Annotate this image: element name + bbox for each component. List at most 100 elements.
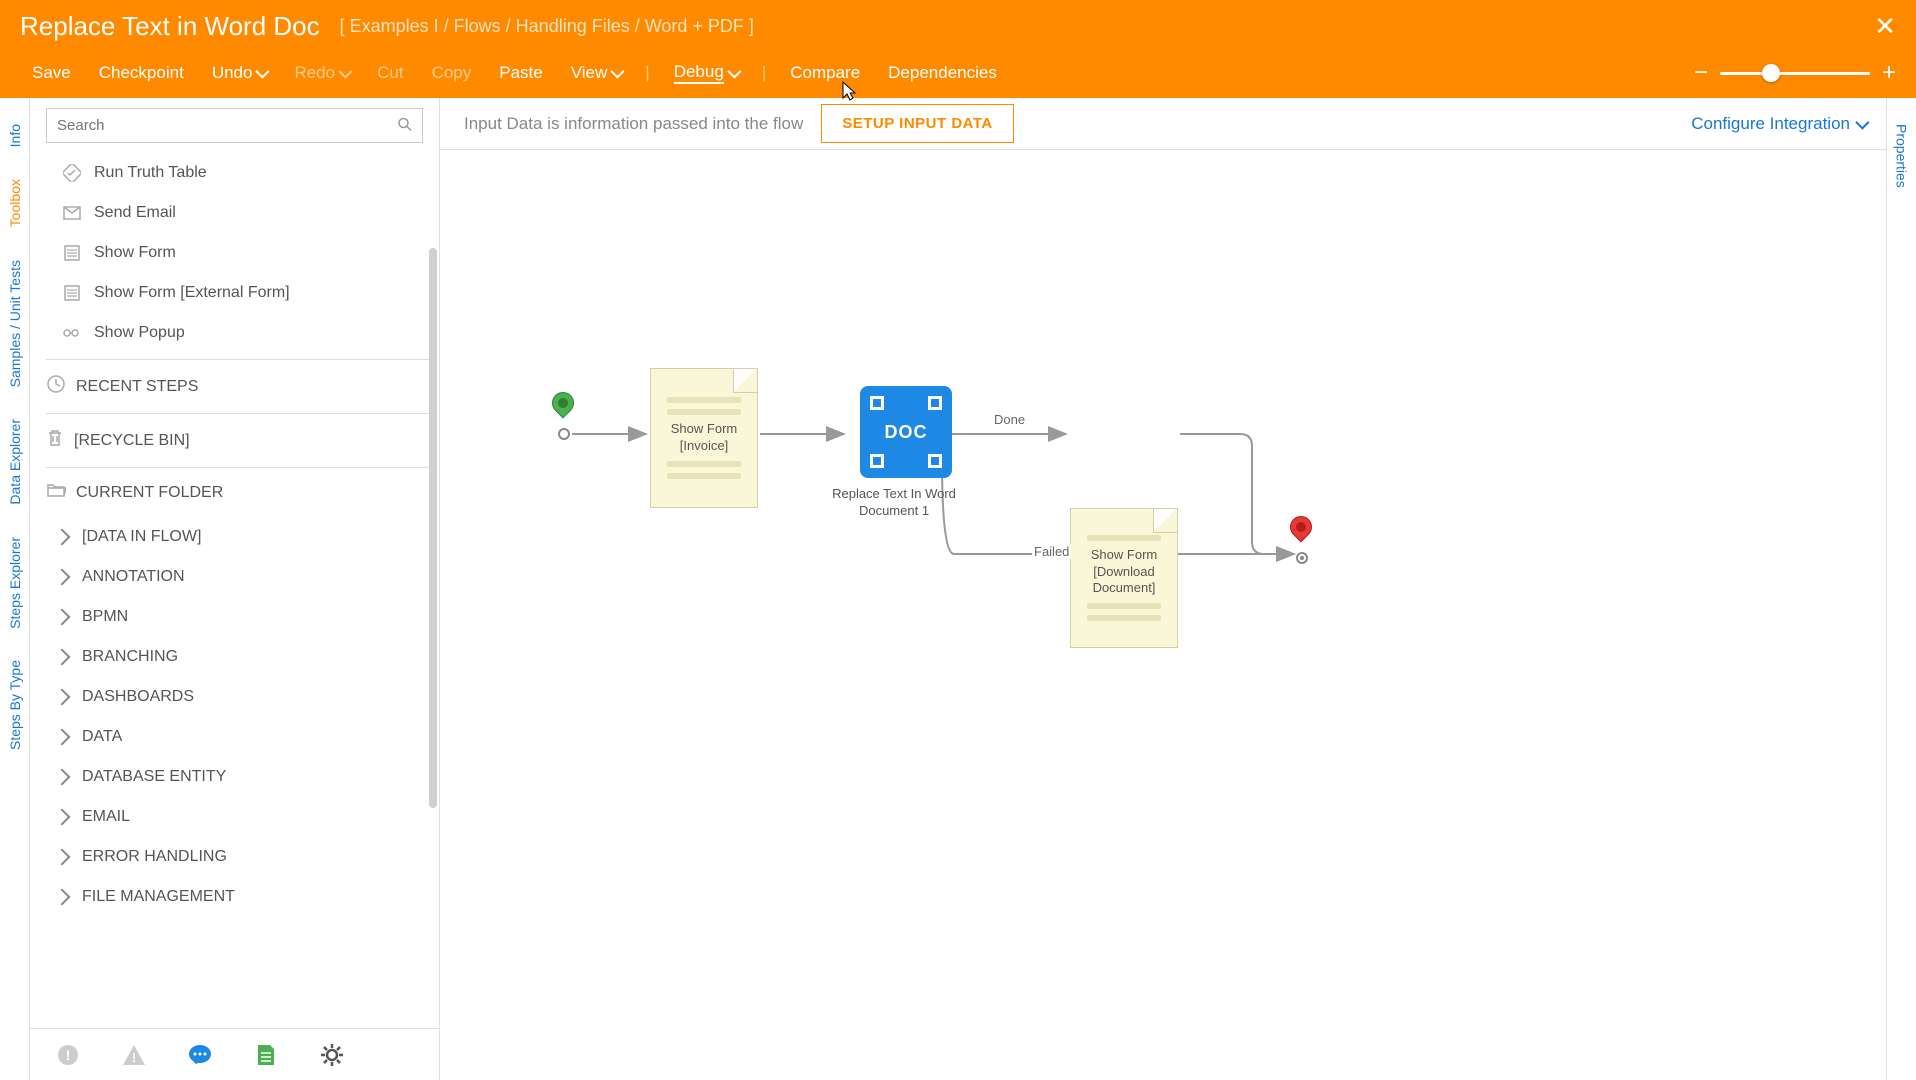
canvas-header: Input Data is information passed into th… (440, 98, 1886, 150)
compare-menu[interactable]: Compare (778, 55, 872, 91)
zoom-out-button[interactable]: − (1694, 59, 1708, 87)
configure-label: Configure Integration (1691, 114, 1850, 134)
section-label: RECENT STEPS (76, 378, 198, 396)
folder-file-management[interactable]: FILE MANAGEMENT (46, 877, 429, 917)
fav-show-form-external[interactable]: Show Form [External Form] (62, 273, 429, 313)
fav-run-truth-table[interactable]: Run Truth Table (62, 153, 429, 193)
sidebar-scrollbar[interactable] (429, 248, 437, 808)
checkpoint-menu[interactable]: Checkpoint (87, 55, 196, 91)
tab-samples[interactable]: Samples / Unit Tests (3, 244, 27, 403)
search-input[interactable] (46, 108, 423, 143)
chevron-right-icon (54, 689, 71, 706)
folder-label: EMAIL (82, 808, 130, 826)
tab-steps-explorer[interactable]: Steps Explorer (3, 521, 27, 645)
tab-data-explorer[interactable]: Data Explorer (3, 403, 27, 521)
doc-blue-icon: DOC (860, 386, 952, 478)
fav-label: Show Form [External Form] (94, 284, 290, 302)
show-form-download-node[interactable]: Show Form [Download Document] (1070, 508, 1178, 648)
recycle-bin-section[interactable]: [RECYCLE BIN] (46, 413, 429, 467)
fav-label: Send Email (94, 204, 176, 222)
debug-menu[interactable]: Debug (662, 54, 750, 92)
warning-status-icon[interactable]: ! (120, 1041, 148, 1069)
flow-start-node[interactable] (552, 392, 576, 440)
svg-text:!: ! (132, 1050, 136, 1065)
configure-integration-link[interactable]: Configure Integration (1691, 114, 1866, 134)
svg-text:!: ! (66, 1047, 71, 1063)
chat-status-icon[interactable] (186, 1041, 214, 1069)
folder-error-handling[interactable]: ERROR HANDLING (46, 837, 429, 877)
fav-show-form[interactable]: Show Form (62, 233, 429, 273)
folder-open-icon (46, 482, 66, 503)
chevron-right-icon (54, 889, 71, 906)
tab-properties[interactable]: Properties (1890, 108, 1914, 204)
zoom-controls: − + (1694, 59, 1896, 87)
chevron-down-icon (1855, 115, 1869, 129)
zoom-slider[interactable] (1720, 72, 1870, 75)
bottom-icon-bar: ! ! (30, 1028, 439, 1080)
folder-bpmn[interactable]: BPMN (46, 597, 429, 637)
document-status-icon[interactable] (252, 1041, 280, 1069)
folder-label: DATA (82, 728, 122, 746)
fav-show-popup[interactable]: Show Popup (62, 313, 429, 353)
zoom-thumb[interactable] (1762, 64, 1780, 82)
folder-email[interactable]: EMAIL (46, 797, 429, 837)
flow-diagram: Show Form [Invoice] DOC Replace Text In … (500, 298, 1300, 578)
tab-info[interactable]: Info (3, 108, 27, 163)
app-header: Replace Text in Word Doc [ Examples I / … (0, 0, 1916, 98)
zoom-in-button[interactable]: + (1882, 59, 1896, 87)
doc-fold-icon (733, 369, 757, 393)
chevron-right-icon (54, 569, 71, 586)
folder-label: DASHBOARDS (82, 688, 194, 706)
breadcrumb: [ Examples I / Flows / Handling Files / … (340, 16, 754, 37)
fav-label: Show Form (94, 244, 176, 262)
cut-menu[interactable]: Cut (365, 55, 415, 91)
chevron-right-icon (54, 849, 71, 866)
view-menu[interactable]: View (559, 55, 634, 91)
chevron-right-icon (54, 809, 71, 826)
doc-line-decor (667, 461, 741, 467)
setup-input-data-button[interactable]: SETUP INPUT DATA (821, 104, 1014, 143)
flow-canvas[interactable]: Input Data is information passed into th… (440, 98, 1886, 1080)
folder-annotation[interactable]: ANNOTATION (46, 557, 429, 597)
doc-line-decor (667, 473, 741, 479)
tab-steps-by-type[interactable]: Steps By Type (3, 644, 27, 766)
chevron-right-icon (54, 529, 71, 546)
info-status-icon[interactable]: ! (54, 1041, 82, 1069)
folder-branching[interactable]: BRANCHING (46, 637, 429, 677)
doc-badge-text: DOC (885, 422, 928, 443)
flow-end-node[interactable] (1290, 516, 1314, 564)
current-folder-section[interactable]: CURRENT FOLDER (46, 467, 429, 517)
folder-label: ANNOTATION (82, 568, 185, 586)
folder-data-in-flow[interactable]: [DATA IN FLOW] (46, 517, 429, 557)
fav-send-email[interactable]: Send Email (62, 193, 429, 233)
folder-label: BRANCHING (82, 648, 178, 666)
paste-menu[interactable]: Paste (487, 55, 554, 91)
chevron-right-icon (54, 769, 71, 786)
doc-fold-icon (1153, 509, 1177, 533)
form-icon (62, 243, 82, 263)
end-pin-icon (1290, 516, 1312, 546)
dependencies-menu[interactable]: Dependencies (876, 55, 1009, 91)
redo-menu[interactable]: Redo (282, 55, 361, 91)
section-label: [RECYCLE BIN] (74, 432, 190, 450)
chevron-down-icon (611, 65, 625, 79)
folder-label: BPMN (82, 608, 128, 626)
save-menu[interactable]: Save (20, 55, 83, 91)
replace-text-node[interactable]: DOC Replace Text In Word Document 1 (848, 386, 964, 520)
show-form-invoice-node[interactable]: Show Form [Invoice] (650, 368, 758, 508)
undo-menu[interactable]: Undo (200, 55, 279, 91)
doc-line-decor (1087, 603, 1161, 609)
header-top-row: Replace Text in Word Doc [ Examples I / … (0, 0, 1916, 48)
folder-label: ERROR HANDLING (82, 848, 227, 866)
gear-status-icon[interactable] (318, 1041, 346, 1069)
close-button[interactable]: ✕ (1874, 11, 1896, 42)
folder-database-entity[interactable]: DATABASE ENTITY (46, 757, 429, 797)
tab-toolbox[interactable]: Toolbox (3, 163, 27, 243)
folder-dashboards[interactable]: DASHBOARDS (46, 677, 429, 717)
recent-steps-section[interactable]: RECENT STEPS (46, 359, 429, 413)
folder-data[interactable]: DATA (46, 717, 429, 757)
copy-menu[interactable]: Copy (420, 55, 484, 91)
clock-icon (46, 374, 66, 399)
folder-label: FILE MANAGEMENT (82, 888, 235, 906)
trash-icon (46, 428, 64, 453)
